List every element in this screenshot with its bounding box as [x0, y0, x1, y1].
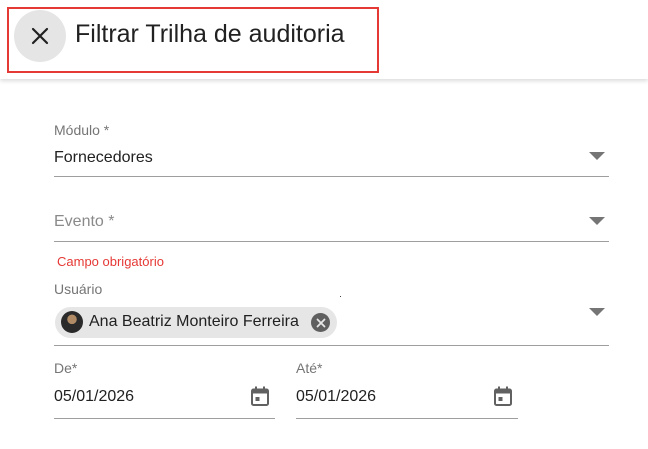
- chevron-down-icon[interactable]: [589, 308, 605, 316]
- de-label: De*: [54, 360, 78, 376]
- remove-icon: [316, 318, 325, 327]
- de-value[interactable]: 05/01/2026: [54, 388, 134, 406]
- ate-underline: [296, 418, 518, 419]
- usuario-label: Usuário: [54, 281, 103, 297]
- modulo-value: Fornecedores: [54, 149, 153, 166]
- evento-placeholder: Evento *: [54, 213, 115, 230]
- avatar: [61, 311, 83, 333]
- calendar-icon[interactable]: [250, 386, 270, 407]
- chevron-down-icon[interactable]: [589, 217, 605, 225]
- user-chip: Ana Beatriz Monteiro Ferreira: [55, 307, 337, 338]
- modulo-label: Módulo *: [54, 122, 110, 138]
- usuario-underline: [54, 345, 609, 346]
- calendar-icon[interactable]: [493, 386, 513, 407]
- stray-dot: [340, 296, 341, 297]
- chip-label: Ana Beatriz Monteiro Ferreira: [89, 313, 299, 330]
- ate-value[interactable]: 05/01/2026: [296, 388, 376, 406]
- ate-label: Até*: [296, 360, 323, 376]
- de-underline: [54, 418, 275, 419]
- highlight-box: [7, 7, 379, 73]
- modulo-underline: [54, 176, 609, 177]
- evento-error: Campo obrigatório: [57, 254, 164, 269]
- evento-underline: [54, 241, 609, 242]
- chip-remove-button[interactable]: [311, 313, 330, 332]
- chevron-down-icon[interactable]: [589, 152, 605, 160]
